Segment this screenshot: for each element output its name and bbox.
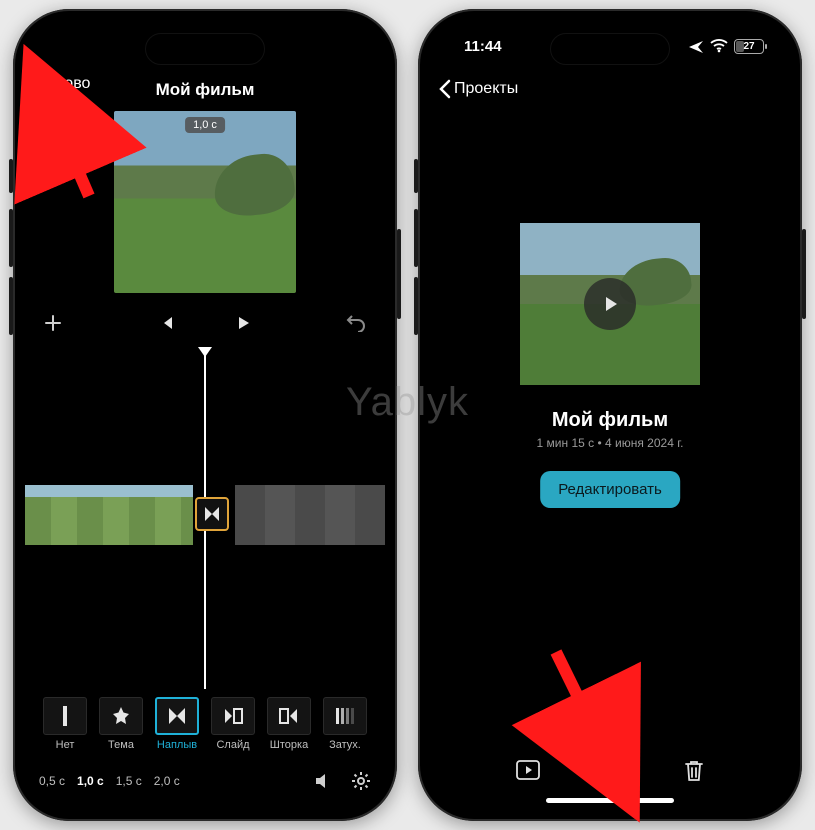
editor-bottom-bar: 0,5 с 1,0 с 1,5 с 2,0 с	[25, 771, 385, 791]
play-button[interactable]	[234, 314, 252, 332]
duration-option[interactable]: 2,0 с	[154, 774, 180, 788]
transition-label: Шторка	[262, 739, 316, 751]
preview-scenery	[211, 151, 296, 219]
video-preview[interactable]: 1,0 с	[114, 111, 296, 293]
transition-option-fade[interactable]: Затух.	[318, 697, 372, 751]
editor-nav: Готово Мой фильм	[25, 75, 385, 105]
edit-button[interactable]: Редактировать	[540, 471, 680, 508]
duration-option[interactable]: 1,5 с	[116, 774, 142, 788]
timeline-clip[interactable]	[25, 485, 193, 545]
phone-side-button	[414, 159, 418, 193]
page-title: Мой фильм	[156, 80, 255, 100]
wifi-icon	[710, 39, 728, 53]
project-meta: 1 мин 15 с • 4 июня 2024 г.	[430, 436, 790, 450]
transition-none-icon	[43, 697, 87, 735]
phone-side-button	[9, 277, 13, 335]
clip-row	[25, 483, 385, 547]
project-title: Мой фильм	[430, 409, 790, 432]
phone-side-button	[414, 209, 418, 267]
timeline-clip[interactable]	[235, 485, 385, 545]
transition-option-wipe[interactable]: Шторка	[262, 697, 316, 751]
phone-side-button	[9, 159, 13, 193]
add-media-button[interactable]	[43, 313, 63, 333]
phone-side-button	[414, 277, 418, 335]
status-time: 11:44	[464, 38, 502, 55]
skip-start-button[interactable]	[158, 314, 176, 332]
duration-option[interactable]: 1,0 с	[77, 774, 104, 788]
timeline[interactable]	[25, 347, 385, 689]
duration-option[interactable]: 0,5 с	[39, 774, 65, 788]
chevron-left-icon	[438, 79, 452, 99]
transition-picker: Нет Тема Наплыв	[25, 697, 385, 751]
battery-percent: 27	[743, 41, 754, 52]
back-label: Проекты	[454, 80, 518, 98]
phone-side-button	[802, 229, 806, 319]
transition-label: Затух.	[318, 739, 372, 751]
project-toolbar	[430, 759, 790, 785]
transition-duration-badge: 1,0 с	[185, 117, 225, 133]
share-button[interactable]	[601, 759, 623, 785]
delete-button[interactable]	[683, 759, 705, 785]
transition-label: Наплыв	[150, 739, 204, 751]
transition-label: Нет	[38, 739, 92, 751]
phone-left: Готово Мой фильм 1,0 с	[13, 9, 397, 821]
dynamic-island	[145, 33, 265, 65]
transition-label: Тема	[94, 739, 148, 751]
transition-option-theme[interactable]: Тема	[94, 697, 148, 751]
settings-button[interactable]	[351, 771, 371, 791]
transition-dissolve-icon	[155, 697, 199, 735]
transition-marker[interactable]	[195, 497, 229, 531]
back-button[interactable]: Проекты	[438, 79, 518, 99]
transition-theme-icon	[99, 697, 143, 735]
project-preview[interactable]	[467, 223, 753, 385]
play-fullscreen-button[interactable]	[515, 759, 541, 785]
phone-right: 11:44 27	[418, 9, 802, 821]
phone-side-button	[397, 229, 401, 319]
transition-option-slide[interactable]: Слайд	[206, 697, 260, 751]
transition-option-dissolve[interactable]: Наплыв	[150, 697, 204, 751]
home-indicator[interactable]	[546, 798, 674, 803]
transition-option-none[interactable]: Нет	[38, 697, 92, 751]
done-button[interactable]: Готово	[41, 75, 90, 93]
player-controls	[25, 303, 385, 343]
transition-wipe-icon	[267, 697, 311, 735]
transition-fade-icon	[323, 697, 367, 735]
transition-label: Слайд	[206, 739, 260, 751]
transition-slide-icon	[211, 697, 255, 735]
phone-side-button	[9, 209, 13, 267]
duration-options: 0,5 с 1,0 с 1,5 с 2,0 с	[39, 774, 180, 788]
play-overlay-button[interactable]	[584, 278, 636, 330]
project-info: Мой фильм 1 мин 15 с • 4 июня 2024 г.	[430, 409, 790, 450]
battery-indicator: 27	[734, 39, 764, 54]
play-icon	[599, 293, 621, 315]
volume-button[interactable]	[313, 772, 333, 790]
undo-button[interactable]	[345, 314, 367, 332]
airplane-mode-icon	[688, 38, 704, 54]
dynamic-island	[550, 33, 670, 65]
